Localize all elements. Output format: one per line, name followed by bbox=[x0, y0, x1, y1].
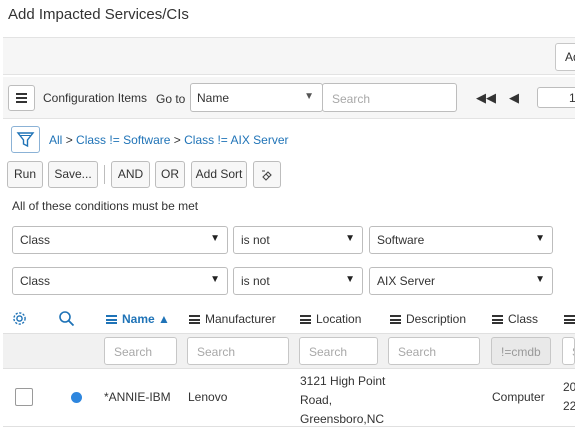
location-search-input[interactable]: Search bbox=[299, 337, 378, 365]
cell-name[interactable]: *ANNIE-IBM bbox=[104, 388, 171, 407]
list-title: Configuration Items bbox=[43, 91, 148, 105]
first-page-icon[interactable]: ◀◀ bbox=[476, 90, 496, 106]
conditions-heading: All of these conditions must be met bbox=[12, 199, 199, 213]
page-title: Add Impacted Services/CIs bbox=[8, 6, 189, 23]
condition-field-select[interactable]: Class ▼ bbox=[12, 267, 228, 295]
cell-extra: 20 22 bbox=[563, 380, 575, 413]
class-search-input: !=cmdb bbox=[491, 337, 551, 365]
column-label: Manufacturer bbox=[205, 312, 276, 326]
or-button[interactable]: OR bbox=[155, 161, 185, 188]
column-header-more[interactable] bbox=[564, 312, 575, 326]
goto-field-value: Name bbox=[197, 91, 230, 105]
condition-value: Software bbox=[377, 233, 425, 247]
table-row[interactable] bbox=[3, 369, 575, 427]
breadcrumb-condition-1[interactable]: Class != Software bbox=[76, 133, 170, 147]
column-search-row bbox=[3, 333, 575, 369]
column-menu-icon[interactable] bbox=[564, 315, 575, 324]
condition-operator-select[interactable]: is not ▼ bbox=[233, 267, 363, 295]
column-menu-icon[interactable] bbox=[390, 315, 401, 324]
list-search-input[interactable]: Search bbox=[322, 83, 457, 112]
dropdown-arrow-icon: ▼ bbox=[535, 274, 545, 285]
column-label: Class bbox=[508, 312, 539, 326]
column-menu-icon[interactable] bbox=[189, 315, 200, 324]
dropdown-arrow-icon: ▼ bbox=[535, 233, 545, 244]
condition-operator-value: is not bbox=[241, 233, 270, 247]
dropdown-arrow-icon: ▼ bbox=[304, 91, 314, 102]
filter-toggle-button[interactable] bbox=[11, 126, 40, 153]
cell-location: 3121 High Point Road, Greensboro,NC bbox=[300, 374, 386, 426]
add-sort-button[interactable]: Add Sort bbox=[191, 161, 247, 188]
run-button[interactable]: Run bbox=[7, 161, 43, 188]
breadcrumb-all[interactable]: All bbox=[49, 133, 62, 147]
condition-value-select[interactable]: Software ▼ bbox=[369, 226, 553, 254]
clear-filter-button[interactable] bbox=[253, 161, 281, 188]
dropdown-arrow-icon: ▼ bbox=[345, 274, 355, 285]
cell-class: Computer bbox=[492, 390, 545, 404]
column-label: Name bbox=[122, 312, 155, 326]
search-icon[interactable] bbox=[58, 310, 75, 327]
condition-value: AIX Server bbox=[377, 274, 436, 288]
top-toolbar bbox=[3, 37, 575, 75]
add-button[interactable]: Add bbox=[555, 43, 575, 71]
extra-search-input[interactable]: S bbox=[562, 337, 575, 365]
column-header-description[interactable]: Description bbox=[390, 312, 466, 326]
goto-label: Go to bbox=[156, 92, 186, 106]
description-search-input[interactable]: Search bbox=[388, 337, 480, 365]
list-menu-button[interactable] bbox=[8, 85, 35, 111]
column-header-manufacturer[interactable]: Manufacturer bbox=[189, 312, 276, 326]
eraser-icon bbox=[262, 170, 272, 181]
and-button[interactable]: AND bbox=[111, 161, 150, 188]
sort-ascending-icon: ▲ bbox=[158, 312, 170, 326]
column-header-location[interactable]: Location bbox=[300, 312, 361, 326]
column-menu-icon[interactable] bbox=[106, 315, 117, 324]
save-filter-button[interactable]: Save... bbox=[48, 161, 98, 188]
column-header-name[interactable]: Name ▲ bbox=[106, 312, 170, 326]
cell-manufacturer: Lenovo bbox=[188, 390, 228, 404]
column-header-class[interactable]: Class bbox=[492, 312, 538, 326]
previous-page-icon[interactable]: ◀ bbox=[509, 90, 519, 106]
gear-icon[interactable] bbox=[11, 310, 28, 327]
goto-field-select[interactable]: Name ▼ bbox=[190, 83, 323, 112]
table-header bbox=[3, 304, 575, 334]
dropdown-arrow-icon: ▼ bbox=[210, 274, 220, 285]
dropdown-arrow-icon: ▼ bbox=[210, 233, 220, 244]
dropdown-arrow-icon: ▼ bbox=[345, 233, 355, 244]
breadcrumb: All > Class != Software > Class != AIX S… bbox=[49, 133, 289, 147]
row-checkbox[interactable] bbox=[15, 388, 33, 406]
funnel-icon bbox=[16, 132, 35, 148]
column-label: Location bbox=[316, 312, 362, 326]
condition-operator-select[interactable]: is not ▼ bbox=[233, 226, 363, 254]
column-label: Description bbox=[406, 312, 467, 326]
manufacturer-search-input[interactable]: Search bbox=[187, 337, 289, 365]
column-menu-icon[interactable] bbox=[492, 315, 503, 324]
condition-field-value: Class bbox=[20, 274, 51, 288]
condition-operator-value: is not bbox=[241, 274, 270, 288]
breadcrumb-separator: > bbox=[65, 133, 73, 147]
condition-field-value: Class bbox=[20, 233, 51, 247]
condition-field-select[interactable]: Class ▼ bbox=[12, 226, 228, 254]
breadcrumb-separator: > bbox=[173, 133, 181, 147]
divider bbox=[104, 165, 105, 184]
breadcrumb-condition-2[interactable]: Class != AIX Server bbox=[184, 133, 288, 147]
page-number-input[interactable]: 1 bbox=[537, 87, 575, 108]
status-dot bbox=[71, 392, 82, 403]
column-menu-icon[interactable] bbox=[300, 315, 311, 324]
condition-value-select[interactable]: AIX Server ▼ bbox=[369, 267, 553, 295]
name-search-input[interactable]: Search bbox=[104, 337, 177, 365]
